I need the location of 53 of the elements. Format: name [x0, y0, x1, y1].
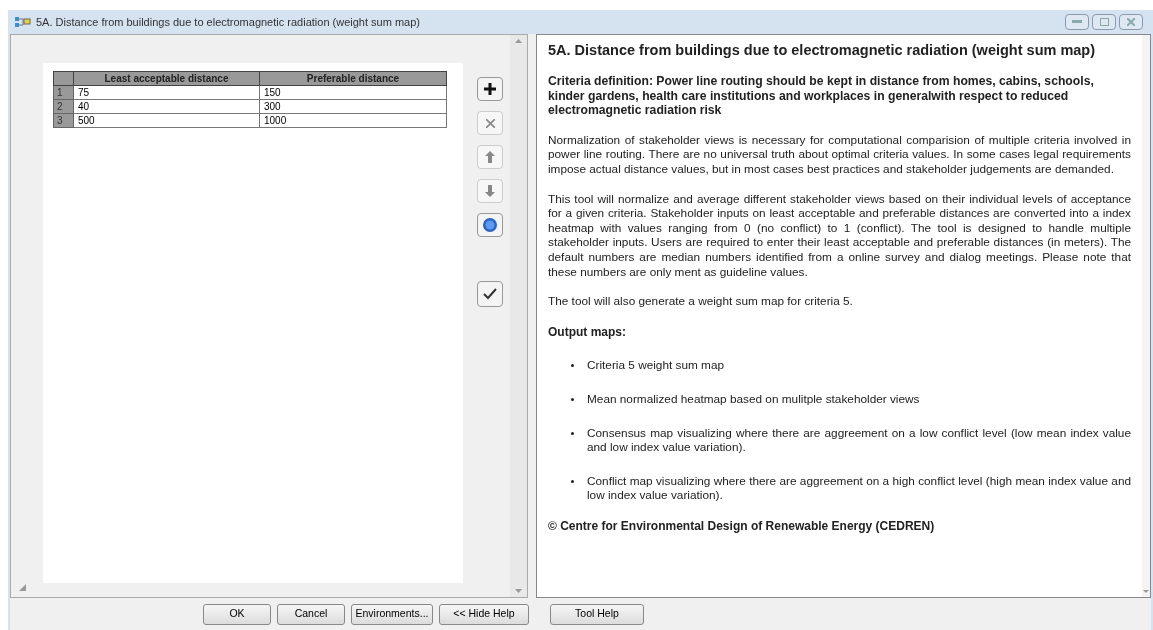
dialog-button[interactable]: << Hide Help — [439, 603, 529, 625]
arrow-up-icon — [485, 151, 495, 163]
minimize-button[interactable] — [1065, 14, 1089, 30]
table-cell[interactable]: 40 — [73, 99, 260, 114]
bullet-text: Conflict map visualizing where there are aggreement on a high conflict level (high mean index value and low index value variation). — [587, 473, 1131, 503]
help-title: 5A. Distance from buildings due to electromagnetic radiation (weight sum map) — [548, 41, 1097, 59]
maximize-icon — [1099, 18, 1109, 26]
scroll-down-icon — [1143, 590, 1149, 593]
arrow-down-icon — [485, 185, 495, 197]
bullet-icon — [571, 479, 574, 483]
move-up-button[interactable] — [477, 145, 503, 169]
bullet-icon — [571, 431, 574, 435]
scroll-down-icon — [515, 589, 522, 593]
help-paragraph: The tool will also generate a weight sum map for criteria 5. — [548, 294, 854, 309]
dialog-button[interactable]: Cancel — [277, 603, 345, 625]
help-paragraph: This tool will normalize and average different stakeholder views based on their individual levels of acceptance for a given criteria. Stakeholder inputs on least acceptable and preferable distances are converted into a index heatmap with values ranging from 0 (no conflict) to 1 (conflict). The tool is designed to handle multiple stakeholder inputs. Users are required to enter their least acceptable and preferable distances (in meters). The default numbers are median numbers identified from a online survey and dialog meetings. Please note that these numbers are only ment as guideline values. — [548, 191, 1131, 280]
close-button[interactable] — [1119, 14, 1143, 30]
bullet-text: Criteria 5 weight sum map — [587, 358, 726, 373]
tool-help-button[interactable]: Tool Help — [550, 603, 644, 625]
table-cell[interactable]: 500 — [73, 113, 260, 128]
help-paragraph: Normalization of stakeholder views is necessary for computational comparision of multiple criteria involved in power line routing. There are no universal truth about optimal criteria values. In some cases legal requirements impose actual distance values, but in most cases best practices and stakeholder judgements are demanded. — [548, 132, 1131, 177]
move-down-button[interactable] — [477, 179, 503, 203]
column-header[interactable]: Least acceptable distance — [73, 71, 260, 86]
window-title: 5A. Distance from buildings due to electromagnetic radiation (weight sum map) — [36, 14, 420, 30]
table-cell[interactable]: 1000 — [259, 113, 447, 128]
remove-button[interactable] — [477, 111, 503, 135]
checkmark-icon — [483, 288, 497, 300]
table-cell[interactable]: 150 — [259, 85, 447, 100]
close-icon — [1127, 18, 1135, 26]
help-button[interactable] — [477, 213, 503, 237]
resize-grip-icon — [19, 584, 26, 591]
dialog-button[interactable]: Environments... — [351, 603, 433, 625]
scrollbar[interactable] — [1142, 35, 1150, 597]
column-header[interactable]: Preferable distance — [259, 71, 447, 86]
output-heading: Output maps: — [548, 324, 627, 340]
copyright: © Centre for Environmental Design of Renewable Energy (CEDREN) — [548, 518, 936, 534]
plus-icon — [484, 83, 496, 95]
check-button[interactable] — [477, 281, 503, 307]
close-icon — [485, 118, 495, 128]
bullet-icon — [571, 397, 574, 401]
scrollbar[interactable] — [510, 35, 527, 597]
tool-icon — [14, 16, 32, 28]
criteria-definition: Criteria definition: Power line routing should be kept in distance from homes, cabins, schools, kinder gardens, health care institutions and workplaces in generalwith respect to reduced electromagnetic radiation risk — [548, 74, 1095, 118]
dialog-button[interactable]: OK — [203, 603, 271, 625]
bullet-text: Consensus map visualizing where there are aggreement on a low conflict level (low mean index value and low index value variation). — [587, 425, 1131, 455]
maximize-button[interactable] — [1092, 14, 1116, 30]
table-cell[interactable]: 300 — [259, 99, 447, 114]
minimize-icon — [1072, 20, 1082, 24]
bullet-text: Mean normalized heatmap based on mulitple stakeholder views — [587, 391, 921, 407]
bullet-icon — [571, 364, 574, 368]
add-button[interactable] — [477, 77, 503, 101]
table-cell[interactable]: 75 — [73, 85, 260, 100]
scroll-up-icon — [515, 39, 522, 43]
